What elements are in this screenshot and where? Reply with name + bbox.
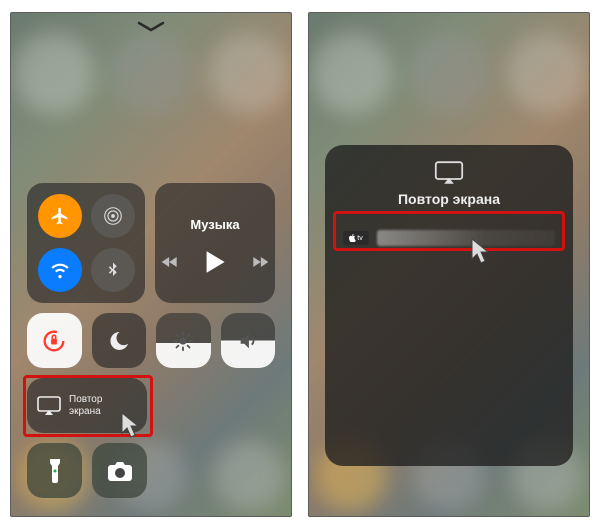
airplane-icon [50, 206, 70, 226]
wifi-button[interactable] [38, 248, 82, 292]
connectivity-tile [27, 183, 145, 303]
cellular-data-button[interactable] [91, 194, 135, 238]
volume-slider[interactable] [221, 313, 276, 368]
camera-button[interactable] [92, 443, 147, 498]
control-center-screen: Музыка [10, 12, 292, 517]
brightness-slider[interactable] [156, 313, 211, 368]
do-not-disturb-icon [107, 329, 131, 353]
wifi-icon [50, 260, 70, 280]
music-label: Музыка [190, 217, 239, 232]
flashlight-button[interactable] [27, 443, 82, 498]
device-name-redacted [377, 230, 555, 246]
do-not-disturb-button[interactable] [92, 313, 147, 368]
screen-mirroring-panel: Повтор экрана tv [325, 145, 573, 466]
rotation-lock-icon [40, 327, 68, 355]
screen-mirroring-icon [434, 161, 464, 185]
bluetooth-icon [104, 261, 122, 279]
flashlight-icon [47, 458, 63, 484]
airplane-mode-button[interactable] [38, 194, 82, 238]
previous-track-icon[interactable] [160, 254, 180, 270]
screen-mirroring-panel-title: Повтор экрана [398, 191, 500, 207]
bluetooth-button[interactable] [91, 248, 135, 292]
screen-mirroring-icon [37, 396, 61, 416]
airdrop-icon [102, 205, 124, 227]
chevron-down-icon[interactable] [137, 21, 165, 33]
airplay-device-row[interactable]: tv [337, 221, 561, 255]
next-track-icon[interactable] [250, 254, 270, 270]
screen-mirroring-panel-screen: Повтор экрана tv [308, 12, 590, 517]
volume-icon [237, 330, 259, 352]
play-icon[interactable] [204, 250, 226, 274]
brightness-icon [172, 330, 194, 352]
rotation-lock-button[interactable] [27, 313, 82, 368]
screen-mirroring-button[interactable]: Повтор экрана [27, 378, 147, 433]
music-tile[interactable]: Музыка [155, 183, 275, 303]
control-center-grid: Музыка [27, 183, 275, 508]
screen-mirroring-label: Повтор экрана [69, 394, 102, 417]
camera-icon [107, 460, 133, 482]
apple-tv-badge: tv [343, 231, 369, 245]
